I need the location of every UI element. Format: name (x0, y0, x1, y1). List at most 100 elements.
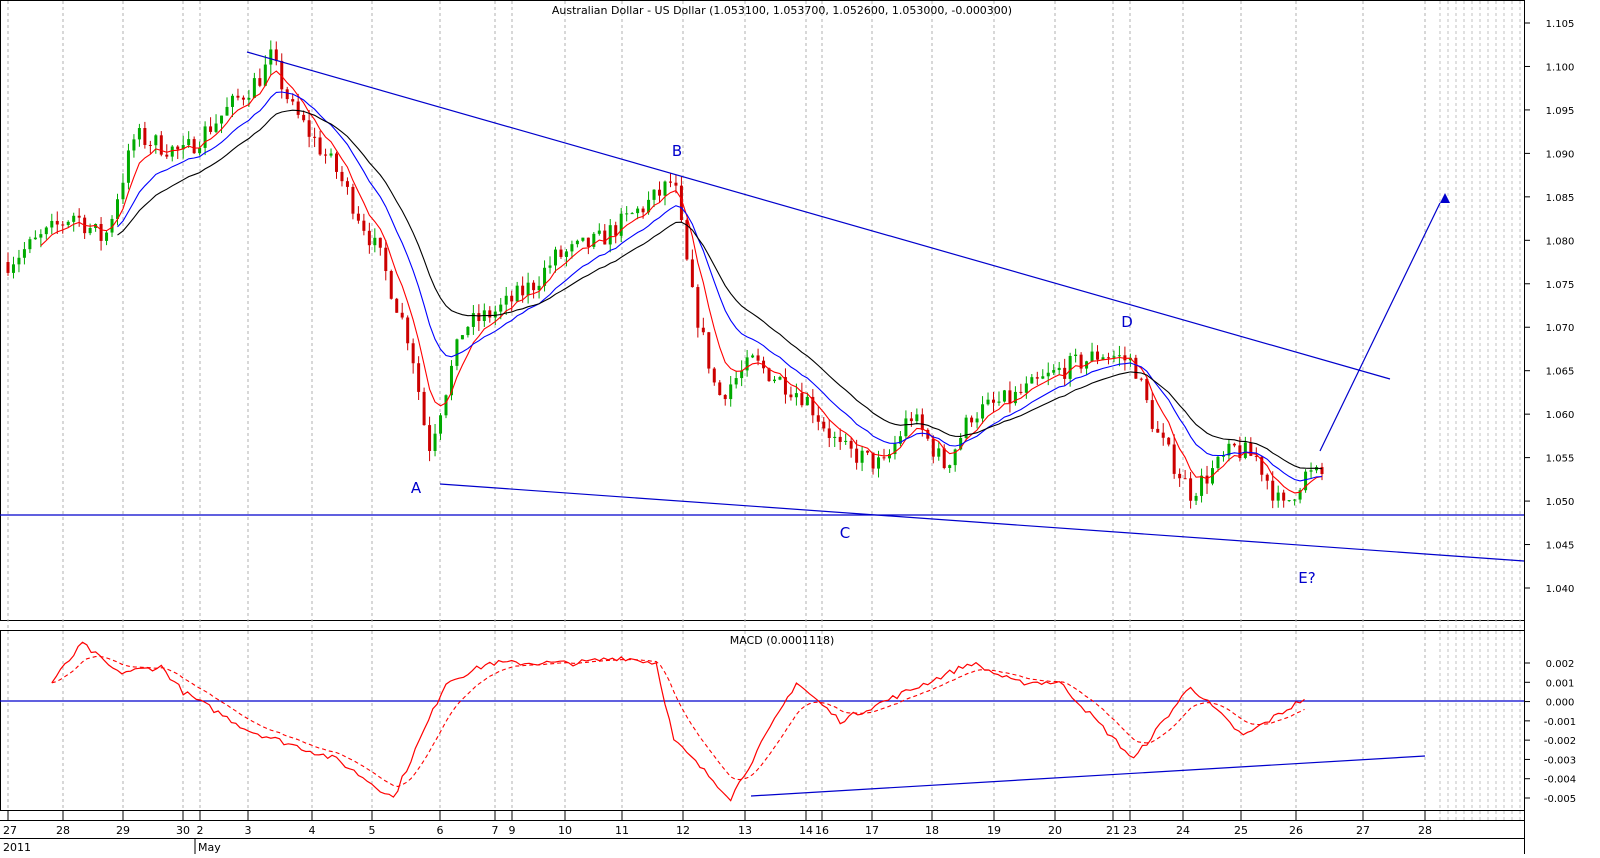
candle-body (849, 440, 853, 449)
candle-body (6, 262, 10, 273)
candle-body (378, 237, 382, 248)
candle-body (39, 234, 43, 238)
x-tick-label: 9 (509, 824, 516, 837)
candle-body (55, 220, 59, 225)
candle-body (384, 247, 388, 272)
candle-body (154, 135, 158, 146)
candle-body (367, 230, 371, 246)
candle-body (499, 304, 503, 312)
candle-body (302, 114, 306, 121)
year-label: 2011 (3, 841, 31, 854)
candle-body (1194, 495, 1198, 501)
candle-body (17, 257, 21, 265)
candle-body (1161, 432, 1165, 438)
macd-y-tick-label: 0.002 (1546, 659, 1575, 670)
y-tick-label: 1.080 (1546, 236, 1575, 247)
macd-y-tick-label: -0.001 (1544, 717, 1576, 728)
candle-body (723, 395, 727, 400)
candle-body (187, 139, 191, 146)
candle-body (269, 49, 273, 65)
candle-body (422, 391, 426, 426)
y-tick-label: 1.055 (1546, 454, 1575, 465)
candle-body (1167, 437, 1171, 445)
candle-body (975, 418, 979, 423)
candle-body (504, 295, 508, 305)
y-tick-label: 1.075 (1546, 280, 1575, 291)
candle-body (50, 220, 54, 228)
candle-body (105, 232, 109, 241)
candle-body (170, 146, 174, 157)
candle-body (1112, 356, 1116, 358)
candle-body (970, 417, 974, 423)
y-tick-label: 1.065 (1546, 367, 1575, 378)
candle-body (827, 428, 831, 438)
candle-body (882, 457, 886, 459)
candle-body (88, 228, 92, 234)
candle-body (674, 182, 678, 186)
candle-body (1156, 428, 1160, 433)
candle-body (515, 285, 519, 302)
candle-body (411, 343, 415, 364)
candle-body (230, 95, 234, 107)
candle-body (559, 249, 563, 257)
candle-body (318, 137, 322, 155)
candle-body (192, 139, 196, 154)
candle-body (1096, 351, 1100, 360)
candle-body (614, 225, 618, 236)
candle-body (1139, 378, 1143, 380)
candle-body (1216, 456, 1220, 469)
candle-body (663, 181, 667, 196)
candle-body (1002, 390, 1006, 402)
x-tick-label: 23 (1123, 824, 1137, 837)
candle-body (586, 237, 590, 247)
candle-body (942, 448, 946, 468)
x-tick-label: 17 (865, 824, 879, 837)
candle-body (641, 208, 645, 213)
candle-body (1019, 391, 1023, 393)
candle-body (406, 317, 410, 344)
candle-body (1063, 367, 1067, 379)
candle-body (937, 448, 941, 457)
candle-body (773, 379, 776, 382)
candle-body (329, 153, 333, 156)
x-tick-label: 28 (1418, 824, 1432, 837)
wave-label-c: C (840, 524, 850, 542)
month-label: May (198, 841, 221, 854)
y-tick-label: 1.045 (1546, 541, 1575, 552)
candle-body (1068, 355, 1072, 379)
macd-y-tick-label: -0.002 (1544, 736, 1576, 747)
candle-body (981, 404, 985, 419)
candle-body (619, 213, 623, 236)
candle-body (493, 311, 497, 318)
candle-body (915, 414, 919, 422)
wave-label-b: B (672, 142, 682, 160)
candle-body (477, 313, 481, 321)
candle-body (1183, 478, 1187, 480)
candle-body (1052, 370, 1056, 373)
candle-body (1041, 376, 1045, 379)
candle-body (844, 440, 848, 442)
candle-body (712, 368, 716, 383)
candle-body (488, 310, 492, 318)
candle-body (126, 150, 130, 183)
candle-body (1106, 357, 1110, 359)
candle-body (44, 227, 48, 235)
candle-body (116, 199, 119, 219)
candle-body (351, 186, 355, 214)
candle-body (1276, 492, 1280, 501)
candle-body (1046, 372, 1050, 377)
candle-body (1232, 443, 1236, 446)
candle-body (313, 136, 317, 138)
candle-body (636, 208, 640, 214)
candle-body (521, 285, 525, 296)
macd-chart-title: MACD (0.0001118) (730, 634, 835, 647)
x-tick-label: 24 (1176, 824, 1190, 837)
candle-body (241, 97, 245, 100)
chart-background (0, 0, 1600, 854)
candle-body (1057, 367, 1061, 371)
candle-body (1243, 442, 1247, 458)
candle-body (625, 213, 629, 215)
y-tick-label: 1.085 (1546, 193, 1575, 204)
macd-y-tick-label: 0.001 (1546, 678, 1575, 689)
x-tick-label: 30 (176, 824, 190, 837)
